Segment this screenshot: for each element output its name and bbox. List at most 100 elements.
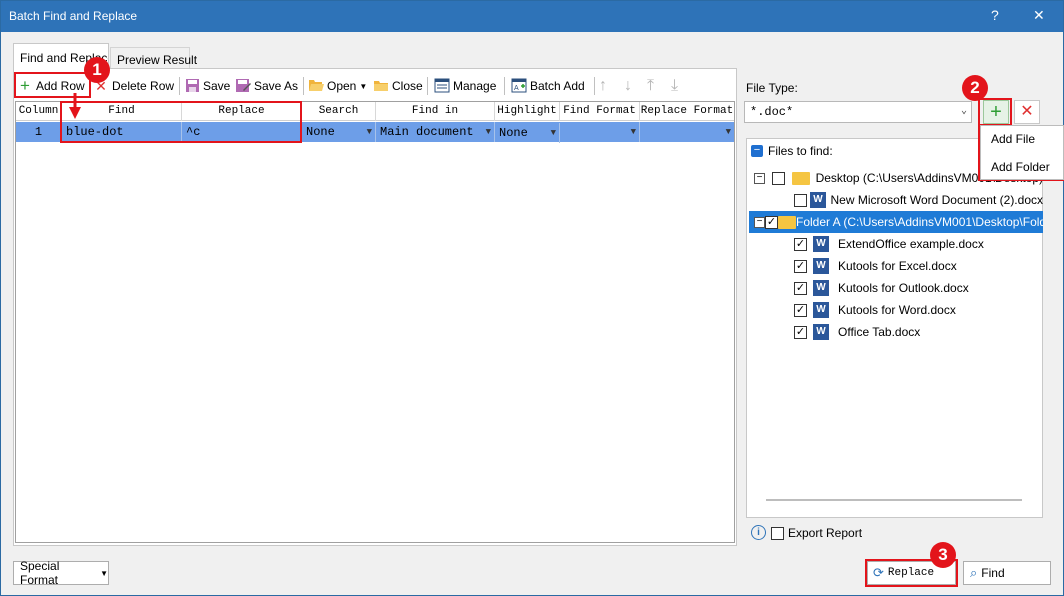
batch-add-button[interactable]: A Batch Add xyxy=(511,75,585,97)
open-button[interactable]: Open ▼ xyxy=(308,75,367,97)
close-icon: ✕ xyxy=(1020,103,1034,120)
close-label: Close xyxy=(392,79,423,93)
move-top-icon[interactable]: ⤒ xyxy=(647,75,654,97)
plus-icon: + xyxy=(20,76,30,95)
column-header: Highlight xyxy=(495,102,560,121)
collapse-toggle-icon[interactable]: − xyxy=(754,172,765,184)
tree-item-file[interactable]: W New Microsoft Word Document (2).docx xyxy=(794,189,1043,211)
column-header: Replace Format xyxy=(640,105,734,117)
find-in-cell[interactable]: Main document ▼ xyxy=(376,122,495,142)
move-down-icon[interactable]: ↓ xyxy=(624,75,632,97)
close-file-button[interactable]: Close xyxy=(373,75,423,97)
toolbar-separator xyxy=(303,77,304,95)
special-format-label: Special Format xyxy=(20,559,60,587)
find-cell[interactable]: blue-dot xyxy=(62,122,182,142)
word-document-icon: W xyxy=(813,302,829,318)
export-report-option[interactable]: Export Report xyxy=(771,526,862,540)
file-type-value: *.doc* xyxy=(750,105,794,119)
toolbar-separator xyxy=(179,77,180,95)
checkbox[interactable] xyxy=(771,171,785,185)
add-button[interactable]: + xyxy=(983,100,1009,124)
close-window-button[interactable]: ✕ xyxy=(1033,7,1045,24)
add-row-label: Add Row xyxy=(36,79,85,93)
tab-preview-result[interactable]: Preview Result xyxy=(110,47,197,69)
window-title: Batch Find and Replace xyxy=(9,9,138,23)
replace-cell[interactable]: ^c xyxy=(182,122,302,142)
highlight-value: None xyxy=(499,126,528,140)
move-bottom-icon[interactable]: ⤓ xyxy=(671,75,678,97)
table-row[interactable]: 1 blue-dot ^c None ▼ Main document ▼ Non… xyxy=(16,122,734,143)
collapse-toggle-icon[interactable]: − xyxy=(754,216,765,228)
tree-item-file[interactable]: ✓ W Kutools for Excel.docx xyxy=(794,255,1043,277)
checkbox[interactable]: ✓ xyxy=(794,259,807,273)
toolbar-separator xyxy=(504,77,505,95)
move-up-icon[interactable]: ↑ xyxy=(599,75,607,97)
save-button[interactable]: Save xyxy=(184,75,230,97)
checkbox[interactable]: ✓ xyxy=(794,325,807,339)
toolbar: + Add Row ✕ Delete Row Save Save As Open xyxy=(13,71,735,99)
save-as-label: Save As xyxy=(254,79,299,93)
save-as-button[interactable]: Save As xyxy=(235,75,298,97)
tree-item-label: Folder A (C:\Users\AddinsVM001\Desktop\F… xyxy=(796,215,1043,229)
column-header: Search xyxy=(302,102,376,121)
folder-icon xyxy=(791,171,810,185)
grid-header: Column Find Replace Search Find in Highl… xyxy=(16,102,734,121)
batch-add-icon: A xyxy=(511,78,527,94)
help-button[interactable]: ? xyxy=(991,7,999,23)
checkbox[interactable]: ✓ xyxy=(765,215,778,229)
find-format-cell[interactable]: ▼ xyxy=(560,122,640,142)
tree-item-file[interactable]: ✓ W Kutools for Outlook.docx xyxy=(794,277,1043,299)
toolbar-separator xyxy=(594,77,595,95)
chevron-down-icon: ▼ xyxy=(725,127,731,137)
checkbox[interactable]: ✓ xyxy=(794,303,807,317)
manage-list-icon xyxy=(434,78,450,94)
step-callout-3: 3 xyxy=(930,542,956,568)
collapse-icon[interactable]: − xyxy=(751,145,763,157)
special-format-button[interactable]: Special Format ▼ xyxy=(13,559,109,587)
row-index-cell: 1 xyxy=(16,122,62,142)
tree-item-file[interactable]: ✓ W Kutools for Word.docx xyxy=(794,299,1043,321)
tree-item-folder-a[interactable]: − ✓ Folder A (C:\Users\AddinsVM001\Deskt… xyxy=(749,211,1043,233)
toolbar-separator xyxy=(427,77,428,95)
file-type-combo[interactable]: *.doc* ⌄ xyxy=(744,101,972,123)
batch-find-replace-window: Batch Find and Replace ? ✕ Find and Repl… xyxy=(0,0,1064,596)
word-document-icon: W xyxy=(813,280,829,296)
search-icon: ⌕ xyxy=(970,565,978,580)
checkbox[interactable] xyxy=(794,193,807,207)
find-in-value: Main document xyxy=(380,125,474,139)
file-type-label: File Type: xyxy=(746,81,798,95)
tree-item-label: ExtendOffice example.docx xyxy=(838,237,984,251)
remove-button[interactable]: ✕ xyxy=(1014,100,1040,124)
find-button[interactable]: ⌕ Find xyxy=(963,561,1051,585)
files-to-find-label: Files to find: xyxy=(768,144,833,158)
checkbox[interactable]: ✓ xyxy=(794,237,807,251)
checkbox[interactable]: ✓ xyxy=(794,281,807,295)
highlight-cell[interactable]: None ▼ xyxy=(495,123,560,143)
word-document-icon: W xyxy=(813,324,829,340)
batch-add-label: Batch Add xyxy=(530,79,585,93)
info-icon[interactable]: i xyxy=(751,525,766,540)
add-file-menu-item[interactable]: Add File xyxy=(991,132,1035,146)
search-cell[interactable]: None ▼ xyxy=(302,122,376,142)
chevron-down-icon: ▼ xyxy=(359,81,368,91)
horizontal-scrollbar[interactable] xyxy=(766,499,1022,501)
rules-grid: Column Find Replace Search Find in Highl… xyxy=(15,101,735,543)
tree-item-file[interactable]: ✓ W Office Tab.docx xyxy=(794,321,1043,343)
word-document-icon: W xyxy=(813,258,829,274)
svg-text:A: A xyxy=(514,85,519,92)
export-report-label: Export Report xyxy=(788,526,863,540)
chevron-down-icon: ▼ xyxy=(366,127,372,137)
delete-row-label: Delete Row xyxy=(112,79,175,93)
tree-item-label: Kutools for Outlook.docx xyxy=(838,281,969,295)
folder-icon xyxy=(778,215,796,229)
manage-button[interactable]: Manage xyxy=(434,75,496,97)
column-header: Find in xyxy=(376,102,495,121)
replace-label: Replace xyxy=(887,567,935,579)
add-folder-menu-item[interactable]: Add Folder xyxy=(991,160,1050,174)
files-to-find-header: − Files to find: xyxy=(751,144,833,158)
replace-format-cell[interactable]: ▼ xyxy=(640,122,734,142)
open-folder-icon xyxy=(308,78,324,94)
refresh-icon: ⟳ xyxy=(873,565,884,580)
tree-item-file[interactable]: ✓ W ExtendOffice example.docx xyxy=(794,233,1043,255)
checkbox[interactable] xyxy=(771,526,784,540)
